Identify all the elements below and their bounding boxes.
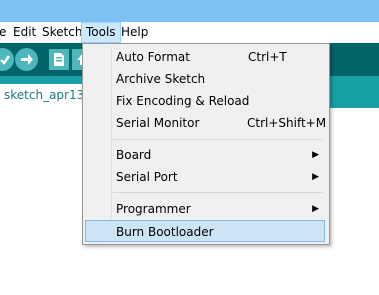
menu-edit[interactable]: Edit	[9, 22, 40, 43]
new-sketch-button[interactable]	[49, 49, 69, 70]
menu-item-programmer[interactable]: Programmer ▶	[85, 198, 325, 220]
menu-item-label: Programmer	[116, 202, 191, 216]
menu-item-label: Board	[116, 148, 152, 162]
menu-bar: e Edit Sketch Tools Help	[0, 22, 379, 43]
menu-item-label: Serial Port	[116, 170, 178, 184]
menu-item-label: Auto Format	[116, 50, 190, 64]
new-file-icon	[54, 53, 64, 66]
menu-item-shortcut: Ctrl+T	[248, 50, 287, 64]
menu-item-serial-monitor[interactable]: Serial Monitor Ctrl+Shift+M	[85, 112, 327, 134]
checkmark-icon	[0, 55, 11, 65]
menu-tools[interactable]: Tools	[81, 22, 121, 43]
menu-item-burn-bootloader[interactable]: Burn Bootloader	[85, 220, 325, 242]
submenu-arrow-icon: ▶	[312, 172, 319, 182]
menu-separator	[113, 139, 323, 140]
menu-item-board[interactable]: Board ▶	[85, 144, 325, 166]
menu-item-shortcut: Ctrl+Shift+M	[247, 116, 327, 130]
verify-button[interactable]	[0, 48, 14, 71]
menu-item-label: Burn Bootloader	[116, 225, 214, 239]
menu-help[interactable]: Help	[117, 22, 152, 43]
tools-dropdown-menu: Auto Format Ctrl+T Archive Sketch Fix En…	[82, 43, 330, 245]
submenu-arrow-icon: ▶	[312, 150, 319, 160]
menu-item-serial-port[interactable]: Serial Port ▶	[85, 166, 325, 188]
menu-item-label: Fix Encoding & Reload	[116, 94, 250, 108]
arrow-right-icon	[21, 54, 33, 65]
upload-button[interactable]	[15, 48, 38, 71]
menu-item-archive-sketch[interactable]: Archive Sketch	[85, 68, 325, 90]
menu-item-label: Archive Sketch	[116, 72, 206, 86]
submenu-arrow-icon: ▶	[312, 204, 319, 214]
window-titlebar	[0, 0, 379, 22]
menu-separator	[113, 192, 323, 193]
menu-sketch[interactable]: Sketch	[38, 22, 86, 43]
menu-item-fix-encoding-reload[interactable]: Fix Encoding & Reload	[85, 90, 325, 112]
menu-item-label: Serial Monitor	[116, 116, 200, 130]
menu-item-auto-format[interactable]: Auto Format Ctrl+T	[85, 46, 325, 68]
